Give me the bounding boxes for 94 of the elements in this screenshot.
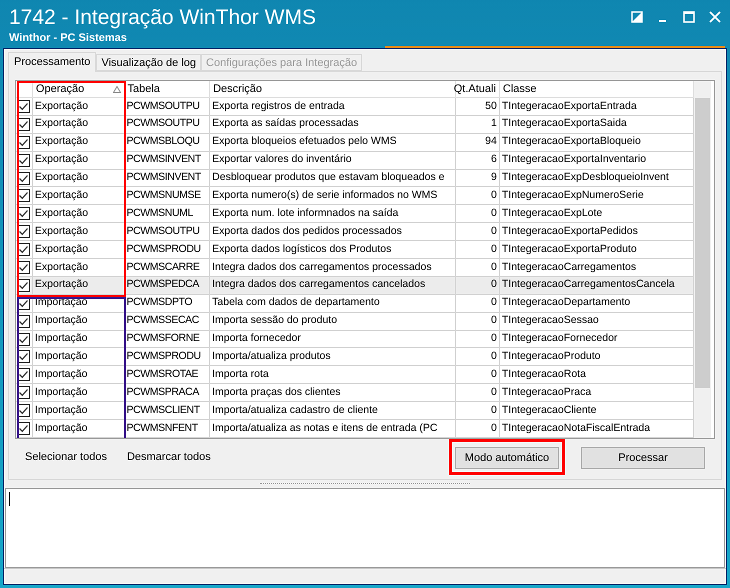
table-cell: Exporta numero(s) de serie informados no WMS — [210, 187, 456, 204]
table-cell: PCWMSCLIENT — [124, 402, 210, 420]
table-cell: Exporta dados dos pedidos processados — [210, 223, 456, 240]
table-cell: Importa rota — [210, 366, 456, 384]
select-all-link[interactable]: Selecionar todos — [19, 446, 113, 468]
table-cell: Importa/atualiza cadastro de cliente — [210, 402, 456, 420]
table-cell: Exportação — [32, 116, 125, 133]
table-cell: 9 — [456, 170, 500, 186]
table-cell: Exportar valores do inventário — [210, 152, 456, 169]
table-cell: 0 — [456, 420, 500, 437]
table-cell: PCWMSPRACA — [124, 384, 210, 402]
scrollbar[interactable] — [694, 81, 711, 438]
table-cell: Importa praças dos clientes — [210, 384, 456, 402]
table-cell: PCWMSDPTO — [124, 294, 210, 312]
table-cell: Exportação — [32, 241, 125, 258]
table-cell: Exportação — [32, 223, 125, 240]
table-cell: Importação — [32, 366, 125, 384]
window-subtitle: Winthor - PC Sistemas — [9, 31, 128, 45]
table-cell: PCWMSNUML — [124, 205, 210, 222]
table-cell: Integra dados dos carregamentos processados — [210, 259, 456, 276]
table-cell: Exportação — [32, 98, 125, 115]
log-text-area[interactable] — [5, 488, 725, 568]
table-cell: PCWMSOUTPU — [124, 223, 210, 240]
table-cell: PCWMSOUTPU — [124, 98, 210, 115]
table-cell: PCWMSOUTPU — [124, 116, 210, 133]
table-cell: Importação — [32, 420, 125, 437]
table-cell: PCWMSNFENT — [124, 420, 210, 437]
table-cell: PCWMSROTAE — [124, 366, 210, 384]
table-cell: PCWMSCARRE — [124, 259, 210, 276]
table-cell: Exportação — [32, 259, 125, 276]
tab[interactable]: Visualização de log — [96, 54, 202, 71]
table-cell: Importa sessão do produto — [210, 312, 456, 330]
table-cell: Importação — [32, 330, 125, 348]
table-cell: Importação — [32, 348, 125, 366]
table-cell: PCWMSPRODU — [124, 241, 210, 258]
table-cell: 1 — [456, 116, 500, 133]
table-cell: 0 — [456, 241, 500, 258]
table-cell: 0 — [456, 223, 500, 240]
table-cell: PCWMSBLOQU — [124, 134, 210, 151]
table-cell: 0 — [456, 187, 500, 204]
restore-icon[interactable] — [631, 11, 643, 23]
table-cell: 0 — [456, 402, 500, 420]
table-cell: Desbloquear produtos que estavam bloqueados e — [210, 170, 456, 186]
table-cell: PCWMSINVENT — [124, 152, 210, 169]
table-cell: Exportação — [32, 205, 125, 222]
table-cell: Importa/atualiza produtos — [210, 348, 456, 366]
action-button[interactable]: Processar — [581, 447, 705, 470]
table-cell: Exporta bloqueios efetuados pelo WMS — [210, 134, 456, 151]
table-cell: PCWMSPRODU — [124, 348, 210, 366]
table-cell: PCWMSFORNE — [124, 330, 210, 348]
table-cell: Tabela com dados de departamento — [210, 294, 456, 312]
window-title: 1742 - Integração WinThor WMS — [9, 5, 316, 31]
maximize-icon[interactable] — [683, 11, 695, 23]
table-cell: 0 — [456, 259, 500, 276]
table-cell: Exportação — [32, 134, 125, 151]
splitter-handle[interactable] — [260, 482, 470, 486]
table-cell: Exporta num. lote informnados na saída — [210, 205, 456, 222]
table-cell: PCWMSNUMSE — [124, 187, 210, 204]
table-cell: 94 — [456, 134, 500, 151]
table-cell: Exportação — [32, 187, 125, 204]
table-cell: Exportação — [32, 276, 125, 294]
deselect-all-link[interactable]: Desmarcar todos — [120, 446, 217, 468]
table-cell: Exporta registros de entrada — [210, 98, 456, 115]
table-cell: Importa/atualiza as notas e itens de entrada (PC — [210, 420, 456, 437]
column-header[interactable]: Tabela — [124, 81, 210, 97]
action-button[interactable]: Modo automático — [455, 447, 559, 470]
table-cell: 0 — [456, 312, 500, 330]
table-cell: 0 — [456, 366, 500, 384]
table-cell: PCWMSINVENT — [124, 170, 210, 186]
table-cell: 0 — [456, 276, 500, 294]
scroll-thumb[interactable] — [695, 98, 710, 388]
table-cell: PCWMSPEDCA — [124, 276, 210, 294]
column-header[interactable]: Qt.Atuali — [456, 81, 500, 97]
table-cell: 0 — [456, 205, 500, 222]
table-cell: 0 — [456, 348, 500, 366]
table-cell: 0 — [456, 384, 500, 402]
sort-ascending-icon — [112, 86, 120, 92]
table-cell: 0 — [456, 294, 500, 312]
table-cell: PCWMSSECAC — [124, 312, 210, 330]
table-cell: 0 — [456, 330, 500, 348]
column-header[interactable]: Operação — [32, 81, 124, 97]
table-cell: 50 — [456, 98, 500, 115]
table-cell: Importação — [32, 402, 125, 420]
table-cell: Importa fornecedor — [210, 330, 456, 348]
close-icon[interactable] — [709, 11, 721, 23]
tab[interactable]: Processamento — [8, 52, 96, 72]
table-cell: 6 — [456, 152, 500, 169]
table-cell: Exporta as saídas processadas — [210, 116, 456, 133]
table-cell: Exportação — [32, 152, 125, 169]
table-cell: Importação — [32, 384, 125, 402]
table-cell: Importação — [32, 312, 125, 330]
table-cell: Exporta dados logísticos dos Produtos — [210, 241, 456, 258]
table-cell: Exportação — [32, 170, 125, 186]
table-cell: Integra dados dos carregamentos cancelados — [210, 276, 456, 294]
